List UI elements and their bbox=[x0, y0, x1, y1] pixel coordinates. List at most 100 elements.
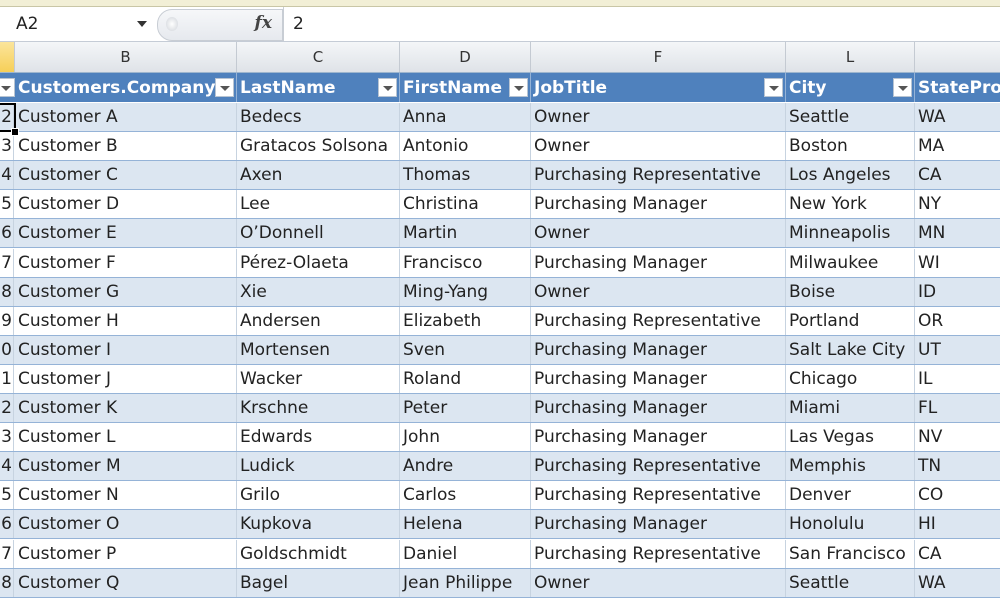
table-cell[interactable]: Customer Q bbox=[15, 568, 237, 597]
row-number[interactable]: 3 bbox=[0, 132, 14, 161]
table-cell[interactable]: Purchasing Representative bbox=[531, 539, 786, 568]
table-cell[interactable]: Customer C bbox=[15, 161, 237, 190]
table-cell[interactable]: Purchasing Representative bbox=[531, 452, 786, 481]
table-cell[interactable]: Owner bbox=[531, 219, 786, 248]
table-header-cell[interactable]: LastName bbox=[237, 73, 400, 102]
table-cell[interactable]: Owner bbox=[531, 568, 786, 597]
table-cell[interactable]: Ludick bbox=[237, 452, 400, 481]
table-cell[interactable]: FL bbox=[915, 394, 1000, 422]
table-cell[interactable]: CA bbox=[915, 540, 1000, 568]
table-cell[interactable]: CA bbox=[915, 161, 1000, 189]
table-cell[interactable]: Milwaukee bbox=[786, 248, 915, 277]
table-cell[interactable]: Peter bbox=[400, 394, 531, 422]
table-cell[interactable]: Owner bbox=[531, 277, 786, 306]
table-cell[interactable]: Los Angeles bbox=[786, 161, 915, 190]
table-header-cell[interactable]: JobTitle bbox=[531, 73, 786, 102]
row-number[interactable]: 5 bbox=[0, 481, 14, 510]
row-number[interactable]: 0 bbox=[0, 335, 14, 364]
filter-dropdown-button[interactable] bbox=[893, 78, 912, 97]
row-number[interactable]: 8 bbox=[0, 277, 14, 306]
table-cell[interactable]: Francisco bbox=[400, 248, 531, 277]
table-header-cell[interactable]: StateProv bbox=[915, 73, 1000, 102]
insert-function-icon[interactable]: fx bbox=[255, 13, 272, 33]
table-cell[interactable]: Miami bbox=[786, 394, 915, 422]
table-cell[interactable]: Krschne bbox=[237, 394, 400, 422]
table-cell[interactable]: Roland bbox=[400, 364, 531, 393]
table-cell[interactable]: Honolulu bbox=[786, 510, 915, 539]
row-number[interactable]: 6 bbox=[0, 510, 14, 539]
table-cell[interactable]: Christina bbox=[400, 190, 531, 219]
table-cell[interactable]: Salt Lake City bbox=[786, 335, 915, 364]
table-cell[interactable]: Purchasing Representative bbox=[531, 481, 786, 510]
table-cell[interactable]: Purchasing Manager bbox=[531, 190, 786, 219]
table-cell[interactable]: Customer K bbox=[15, 394, 237, 422]
table-cell[interactable]: Customer N bbox=[15, 481, 237, 510]
table-cell[interactable]: Customer M bbox=[15, 452, 237, 481]
table-cell[interactable]: Purchasing Manager bbox=[531, 394, 786, 422]
table-cell[interactable]: Customer D bbox=[15, 190, 237, 219]
table-cell[interactable]: Purchasing Manager bbox=[531, 248, 786, 277]
table-cell[interactable]: Bagel bbox=[237, 568, 400, 597]
table-cell[interactable]: Thomas bbox=[400, 161, 531, 190]
table-cell[interactable]: Bedecs bbox=[237, 103, 400, 131]
table-cell[interactable]: Memphis bbox=[786, 452, 915, 481]
table-cell[interactable]: NY bbox=[915, 190, 1000, 218]
table-cell[interactable]: Andersen bbox=[237, 306, 400, 335]
table-cell[interactable]: Jean Philippe bbox=[400, 568, 531, 597]
filter-dropdown-button[interactable] bbox=[764, 78, 783, 97]
table-cell[interactable]: Customer A bbox=[15, 103, 237, 131]
column-header[interactable]: D bbox=[400, 42, 531, 72]
table-cell[interactable]: Owner bbox=[531, 103, 786, 131]
table-cell[interactable]: New York bbox=[786, 190, 915, 219]
table-cell[interactable]: Purchasing Manager bbox=[531, 510, 786, 539]
table-cell[interactable]: Customer J bbox=[15, 364, 237, 393]
table-cell[interactable]: Pérez-Olaeta bbox=[237, 248, 400, 277]
filter-dropdown-button[interactable] bbox=[509, 78, 528, 97]
table-cell[interactable]: TN bbox=[915, 452, 1000, 480]
column-header[interactable]: L bbox=[786, 42, 915, 72]
row-number[interactable]: 9 bbox=[0, 306, 14, 335]
table-cell[interactable]: Customer F bbox=[15, 248, 237, 277]
name-box-value[interactable]: A2 bbox=[16, 14, 137, 34]
chevron-down-icon[interactable] bbox=[137, 21, 147, 27]
row-number[interactable]: 2 bbox=[0, 394, 14, 422]
resize-grip-icon[interactable] bbox=[166, 17, 178, 31]
filter-dropdown-button[interactable] bbox=[0, 78, 15, 97]
table-cell[interactable]: OR bbox=[915, 307, 1000, 335]
formula-input[interactable]: 2 bbox=[283, 7, 1000, 41]
table-cell[interactable]: Goldschmidt bbox=[237, 539, 400, 568]
table-cell[interactable]: Purchasing Representative bbox=[531, 306, 786, 335]
row-number[interactable]: 4 bbox=[0, 161, 14, 190]
table-cell[interactable]: Portland bbox=[786, 306, 915, 335]
row-number[interactable]: 7 bbox=[0, 248, 14, 277]
table-cell[interactable]: Andre bbox=[400, 452, 531, 481]
table-cell[interactable]: Seattle bbox=[786, 568, 915, 597]
table-cell[interactable]: Boston bbox=[786, 132, 915, 161]
table-cell[interactable]: WA bbox=[915, 569, 1000, 597]
table-cell[interactable]: Gratacos Solsona bbox=[237, 132, 400, 161]
table-cell[interactable]: Sven bbox=[400, 335, 531, 364]
table-cell[interactable]: MA bbox=[915, 132, 1000, 160]
table-cell[interactable]: Grilo bbox=[237, 481, 400, 510]
fill-handle[interactable] bbox=[11, 128, 19, 136]
table-cell[interactable]: Las Vegas bbox=[786, 423, 915, 452]
table-cell[interactable]: CO bbox=[915, 481, 1000, 509]
row-number[interactable]: 7 bbox=[0, 539, 14, 568]
table-cell[interactable]: Mortensen bbox=[237, 335, 400, 364]
table-cell[interactable]: Lee bbox=[237, 190, 400, 219]
table-cell[interactable]: Denver bbox=[786, 481, 915, 510]
table-cell[interactable]: Boise bbox=[786, 277, 915, 306]
table-cell[interactable]: HI bbox=[915, 510, 1000, 538]
table-cell[interactable]: Seattle bbox=[786, 103, 915, 131]
table-cell[interactable]: Purchasing Manager bbox=[531, 335, 786, 364]
table-cell[interactable]: San Francisco bbox=[786, 539, 915, 568]
column-header[interactable]: F bbox=[531, 42, 786, 72]
column-header[interactable] bbox=[0, 42, 15, 72]
table-cell[interactable]: Axen bbox=[237, 161, 400, 190]
table-cell[interactable]: Customer P bbox=[15, 539, 237, 568]
table-cell[interactable]: Martin bbox=[400, 219, 531, 248]
table-cell[interactable]: Purchasing Representative bbox=[531, 161, 786, 190]
table-cell[interactable]: Antonio bbox=[400, 132, 531, 161]
table-cell[interactable]: WA bbox=[915, 103, 1000, 131]
table-header-cell[interactable]: Customers.Company bbox=[15, 73, 237, 102]
